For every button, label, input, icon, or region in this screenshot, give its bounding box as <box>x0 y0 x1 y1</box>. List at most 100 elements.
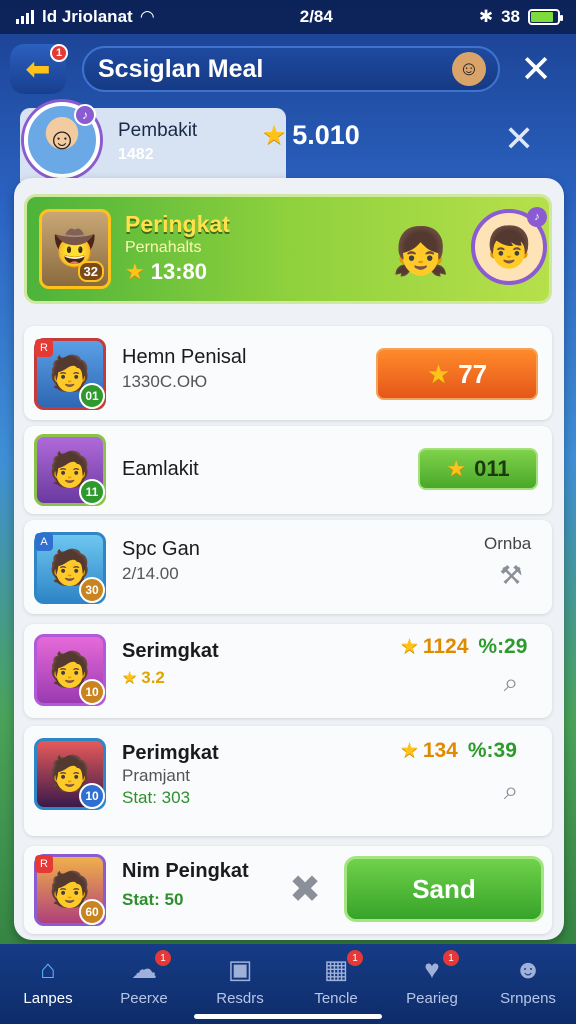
row-score: ★ 1124 <box>400 634 468 659</box>
signal-icon <box>16 10 34 24</box>
row-right-label: Ornba <box>484 534 532 553</box>
nav-label: Tencle <box>314 990 358 1007</box>
list-item[interactable]: 🧑 11 Eamlakit ★ 011 <box>24 426 552 514</box>
send-button[interactable]: Sand <box>344 856 544 922</box>
featured-subtitle: Pernahalts <box>125 239 202 256</box>
close-icon: ✕ <box>520 48 552 91</box>
row-stats: ★ 134 %:39 <box>400 738 517 763</box>
featured-card[interactable]: 🤠 32 Peringkat Pernahalts ★ 13:80 👧 👦 ♪ <box>24 194 552 304</box>
featured-avatar: 🤠 32 <box>39 209 111 289</box>
back-arrow-icon: ⬅ <box>25 52 51 86</box>
level-badge: 01 <box>79 383 105 409</box>
wifi-icon: ◠ <box>140 7 154 26</box>
score-button[interactable]: ★ 77 <box>376 348 538 400</box>
nav-item-users[interactable]: ☻ Srnpens <box>483 952 573 1008</box>
nav-item-box[interactable]: ▣ Resdrs <box>195 952 285 1008</box>
level-badge: 11 <box>79 479 105 505</box>
player-avatar: 🧑 R 60 <box>34 854 106 926</box>
player-name: Spc Gan <box>122 538 200 560</box>
close-button[interactable]: ✕ <box>514 47 558 91</box>
profile-sub: 1482 <box>118 146 154 163</box>
star-icon: ★ <box>400 635 419 658</box>
featured-score-value: 13:80 <box>150 259 208 284</box>
coin-counter: ★ 5.010 <box>262 120 360 151</box>
back-button[interactable]: ⬅ 1 <box>10 44 68 94</box>
avatar[interactable]: ☺ <box>452 52 486 86</box>
row-tag: R <box>35 855 53 873</box>
player-stat: Stat: 50 <box>122 890 184 909</box>
status-time: 2/84 <box>299 7 333 26</box>
search-icon[interactable]: ⌕ <box>496 775 526 806</box>
score-button-value: 77 <box>458 358 488 389</box>
boy-character-icon: 👦 <box>484 225 534 270</box>
star-icon: ★ <box>446 456 467 481</box>
carrier-label: ld Jriolanat <box>42 7 133 26</box>
player-name: Hemn Penisal <box>122 346 247 368</box>
row-tag: A <box>35 533 53 551</box>
featured-score: ★ 13:80 <box>125 259 207 285</box>
nav-label: Resdrs <box>216 990 264 1007</box>
row-score-value: 1124 <box>422 634 469 658</box>
featured-rank: 32 <box>77 261 104 282</box>
player-avatar: 🧑 10 <box>34 738 106 810</box>
featured-title: Peringkat <box>125 211 230 237</box>
level-badge: 10 <box>79 679 105 705</box>
row-ratio: %:39 <box>467 738 517 762</box>
nav-label: Srnpens <box>500 990 556 1007</box>
score-button[interactable]: ★ 011 <box>418 448 538 490</box>
back-badge: 1 <box>50 44 68 62</box>
box-icon: ▣ <box>227 953 253 984</box>
row-score-value: 134 <box>422 738 458 762</box>
users-icon: ☻ <box>514 953 542 984</box>
nav-badge: 1 <box>443 950 459 966</box>
coin-value: 5.010 <box>292 120 360 150</box>
wrench-icon[interactable]: ⚒ <box>496 560 526 590</box>
nav-item-calendar[interactable]: ▦ 1 Tencle <box>291 950 381 1007</box>
player-name: Serimgkat <box>122 640 219 662</box>
status-right-text: 38 <box>501 7 520 26</box>
player-sub: ★ 3.2 <box>122 668 165 688</box>
music-icon: ♪ <box>74 104 96 126</box>
player-stat: Stat: 303 <box>122 788 191 807</box>
nav-badge: 1 <box>155 950 171 966</box>
row-ratio: %:29 <box>478 634 528 658</box>
bottom-nav: ⌂ Lanpes ☁ 1 Peerxe ▣ Resdrs ▦ 1 Tencle … <box>0 944 576 1024</box>
player-name: Perimgkat <box>122 742 219 764</box>
player-sub: Pramjant <box>122 766 191 785</box>
row-tag: R <box>35 339 53 357</box>
player-sub: 2/14.00 <box>122 564 179 583</box>
profile-close-icon[interactable]: ✕ <box>504 118 534 160</box>
player-avatar: 🧑 10 <box>34 634 106 706</box>
player-sub: 1330С.ОЮ <box>122 372 208 391</box>
list-item[interactable]: 🧑 A 30 Spc Gan 2/14.00 Ornba ⚒ <box>24 520 552 614</box>
boy-character-avatar: 👦 ♪ <box>471 207 547 285</box>
search-icon[interactable]: ⌕ <box>496 667 526 698</box>
nav-item-chat[interactable]: ☁ 1 Peerxe <box>99 950 189 1007</box>
player-name: Eamlakit <box>122 458 199 480</box>
star-icon: ★ <box>125 259 145 284</box>
bluetooth-icon: ✱ <box>478 7 494 26</box>
cancel-icon[interactable]: ✖ <box>286 869 324 911</box>
player-avatar: 🧑 11 <box>34 434 106 506</box>
nav-label: Lanpes <box>23 990 73 1007</box>
home-icon: ⌂ <box>40 953 56 984</box>
profile-name: Pembakit <box>118 120 198 141</box>
music-icon: ♪ <box>527 207 547 227</box>
header-title-box: Scsiglan Meal ☺ <box>82 46 500 92</box>
list-item[interactable]: 🧑 R 01 Hemn Penisal 1330С.ОЮ ★ 77 <box>24 326 552 420</box>
home-indicator <box>194 1014 382 1019</box>
player-avatar: 🧑 R 01 <box>34 338 106 410</box>
list-item[interactable]: 🧑 10 Perimgkat Pramjant Stat: 303 ★ 134 … <box>24 726 552 836</box>
level-badge: 60 <box>79 899 105 925</box>
row-stats: ★ 1124 %:29 <box>400 634 527 659</box>
player-avatar: 🧑 A 30 <box>34 532 106 604</box>
level-badge: 10 <box>79 783 105 809</box>
header: ⬅ 1 Scsiglan Meal ☺ ✕ <box>10 42 566 96</box>
nav-label: Pearieg <box>406 990 458 1007</box>
page-title: Scsiglan Meal <box>98 54 264 83</box>
status-bar: ld Jriolanat ◠ 2/84 ✱ 38 <box>0 0 576 34</box>
nav-item-home[interactable]: ⌂ Lanpes <box>3 952 93 1008</box>
star-icon: ★ <box>426 358 451 389</box>
list-item[interactable]: 🧑 10 Serimgkat ★ 3.2 ★ 1124 %:29 ⌕ <box>24 624 552 718</box>
nav-item-heart[interactable]: ♥ 1 Pearieg <box>387 950 477 1007</box>
